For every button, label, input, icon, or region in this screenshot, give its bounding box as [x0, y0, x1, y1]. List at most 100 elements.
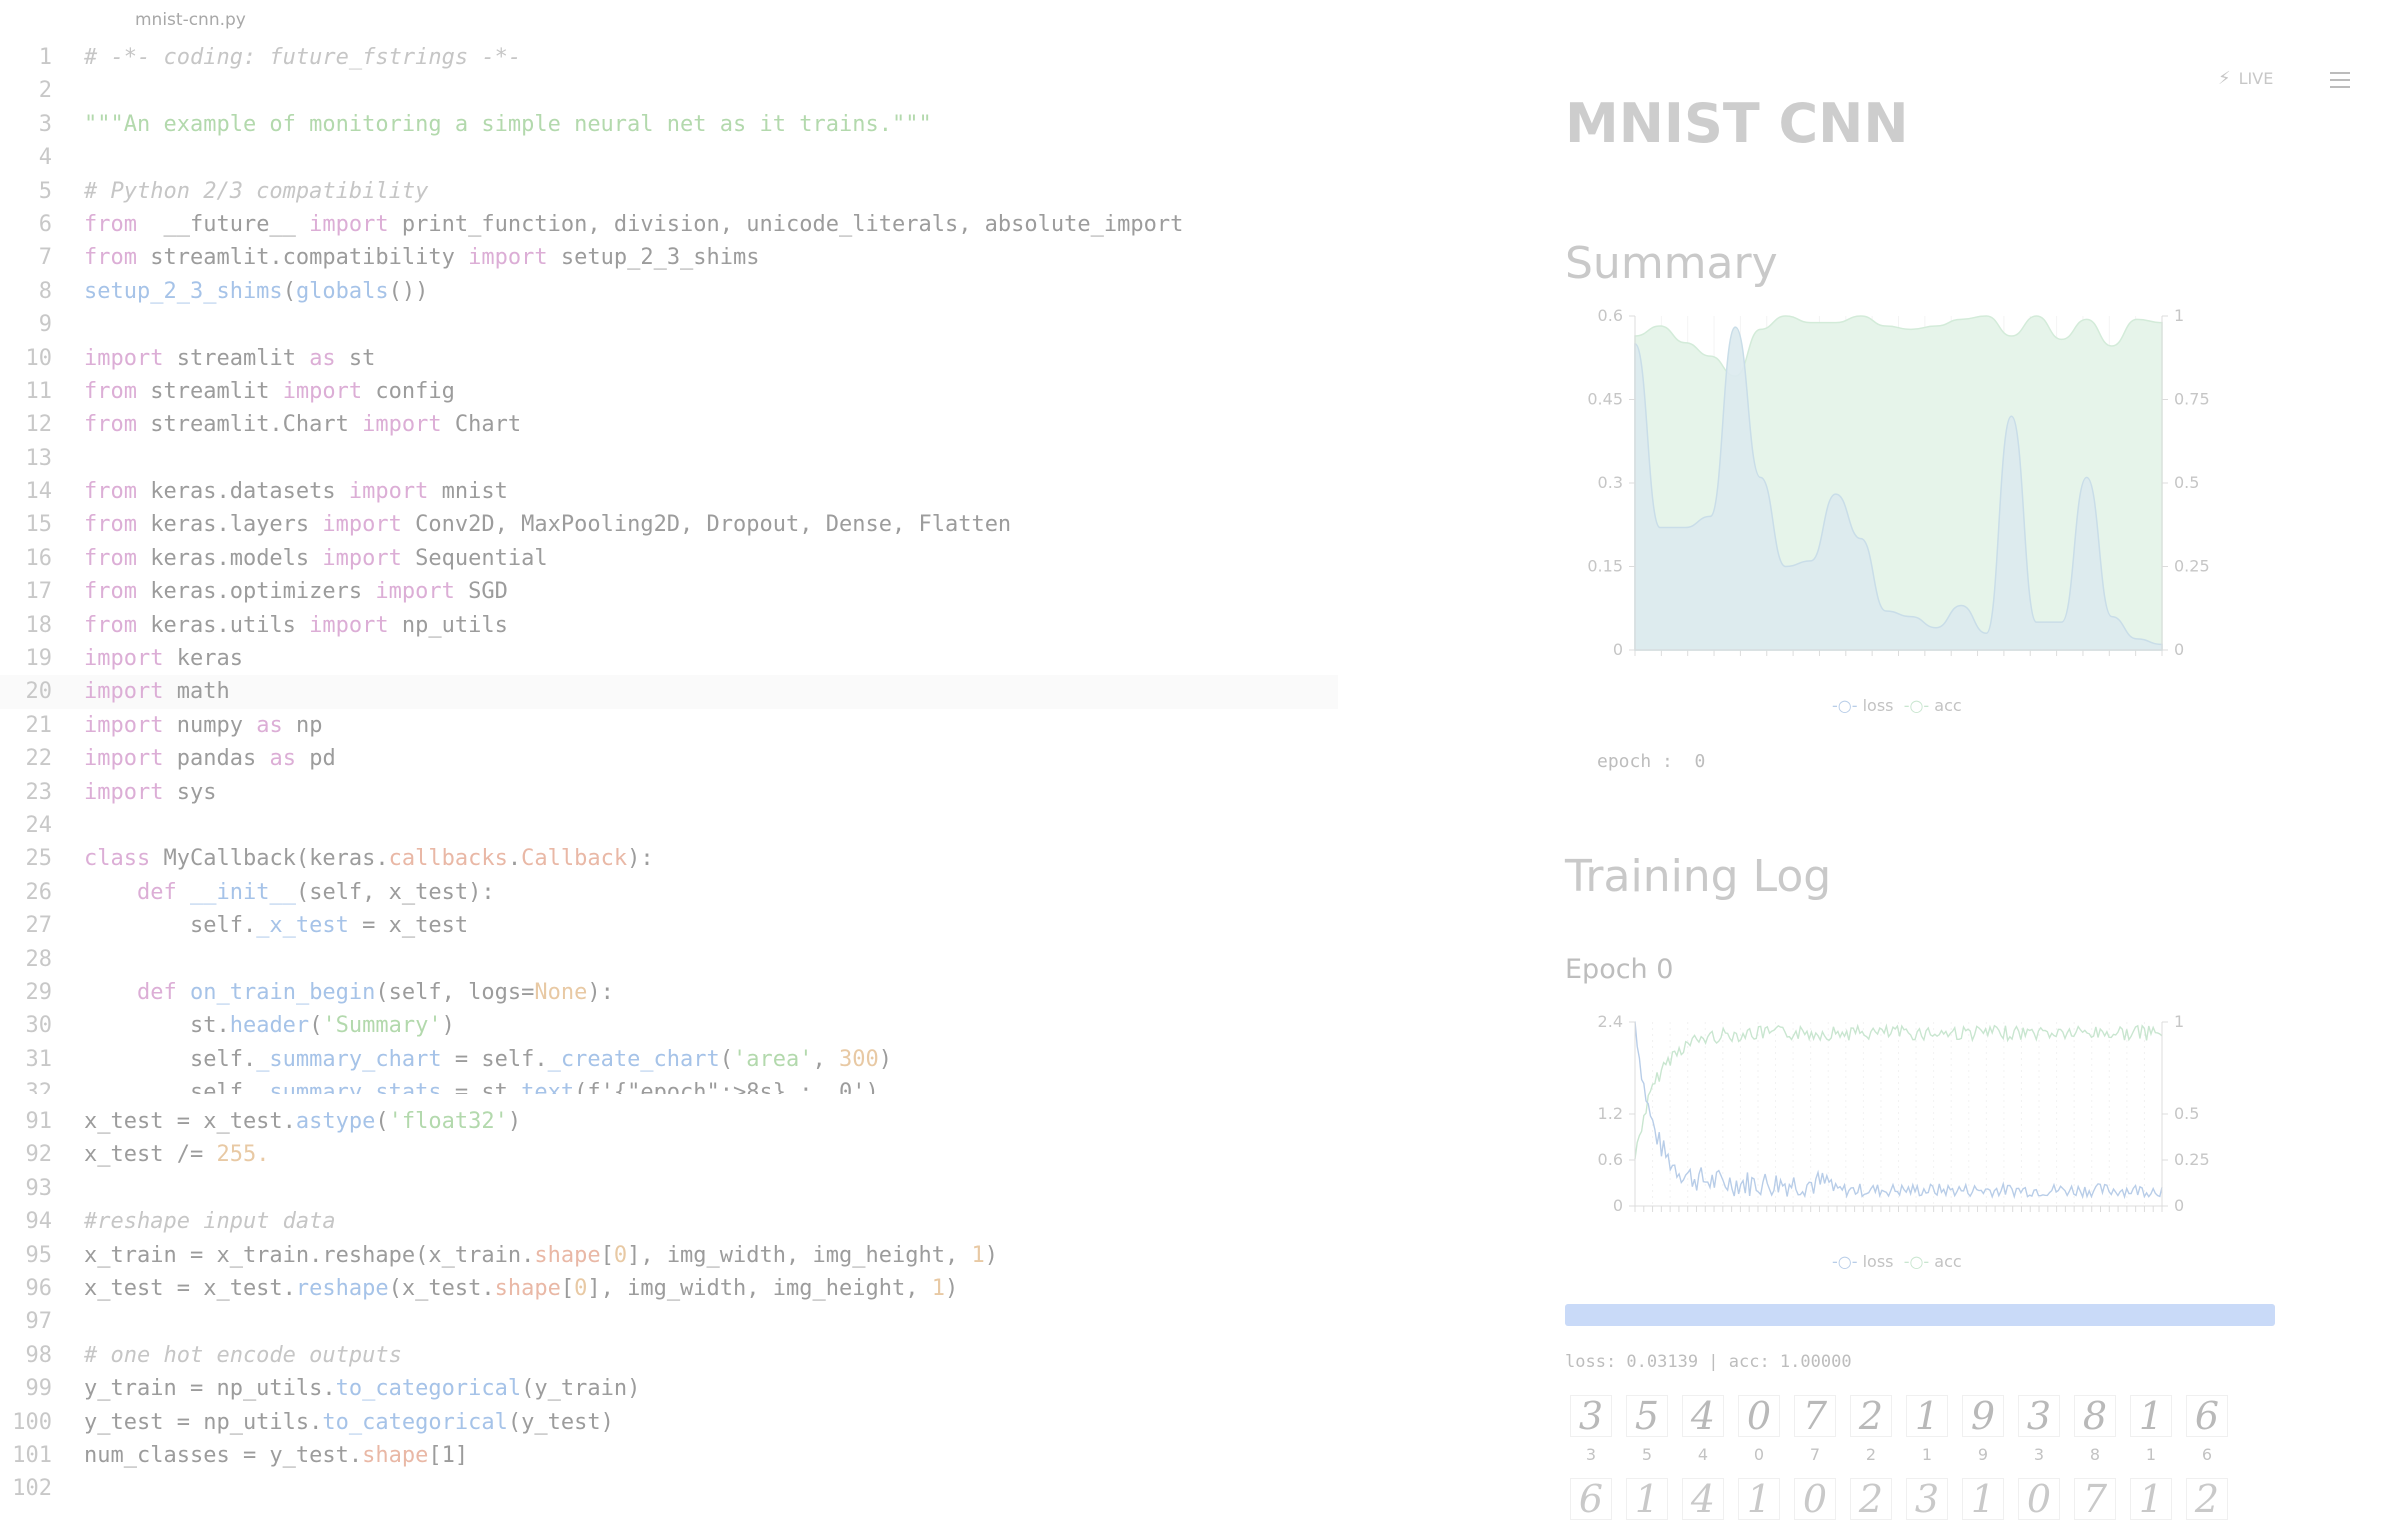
code-text: from streamlit.compatibility import setu… — [84, 245, 760, 271]
code-line[interactable]: 99 y_train = np_utils.to_categorical(y_tr… — [0, 1372, 1338, 1405]
line-number: 28 — [25, 946, 53, 972]
code-text: # -*- coding: future_fstrings -*- — [84, 45, 522, 70]
line-number: 11 — [25, 378, 53, 404]
code-line[interactable]: 9 — [0, 308, 1338, 341]
code-line[interactable]: 8 setup_2_3_shims(globals()) — [0, 275, 1338, 308]
epoch-header: Epoch 0 — [1565, 954, 1674, 985]
code-line[interactable]: 16 from keras.models import Sequential — [0, 542, 1338, 575]
code-line[interactable]: 102 — [0, 1472, 1338, 1499]
digit-label: 1 — [1921, 1445, 1933, 1464]
code-line[interactable]: 5 # Python 2/3 compatibility — [0, 175, 1338, 208]
digit-image: 3 — [1570, 1395, 1612, 1437]
code-line[interactable]: 2 — [0, 74, 1338, 107]
line-number: 15 — [25, 512, 53, 538]
file-tab[interactable]: mnist-cnn.py — [135, 10, 246, 30]
digit-sample: 0 — [1789, 1478, 1841, 1520]
code-line[interactable]: 4 — [0, 141, 1338, 174]
code-line[interactable]: 1 # -*- coding: future_fstrings -*- — [0, 41, 1338, 74]
right-tick-label: 0 — [2174, 640, 2184, 659]
digit-image: 3 — [2018, 1395, 2060, 1437]
digit-sample: 11 — [2125, 1395, 2177, 1464]
line-number: 19 — [25, 646, 53, 672]
code-line[interactable]: 23 import sys — [0, 776, 1338, 809]
code-line[interactable]: 21 import numpy as np — [0, 709, 1338, 742]
code-text: """An example of monitoring a simple neu… — [84, 111, 932, 137]
code-line[interactable]: 25 class MyCallback(keras.callbacks.Callb… — [0, 842, 1338, 875]
code-text: setup_2_3_shims(globals()) — [84, 278, 429, 304]
digit-sample: 6 — [1565, 1478, 1617, 1520]
code-line[interactable]: 19 import keras — [0, 642, 1338, 675]
digit-sample: 11 — [1901, 1395, 1953, 1464]
right-tick-label: 0 — [2174, 1196, 2184, 1215]
line-number: 13 — [25, 445, 53, 471]
code-line[interactable]: 101 num_classes = y_test.shape[1] — [0, 1439, 1338, 1472]
code-line[interactable]: 22 import pandas as pd — [0, 742, 1338, 775]
digit-sample: 3 — [1901, 1478, 1953, 1520]
code-line[interactable]: 26 def __init__(self, x_test): — [0, 876, 1338, 909]
training-acc-line — [1634, 1023, 2163, 1160]
line-number: 98 — [25, 1342, 53, 1368]
digit-image: 9 — [1962, 1395, 2004, 1437]
code-text: from __future__ import print_function, d… — [84, 211, 1184, 237]
code-line[interactable]: 31 self._summary_chart = self._create_ch… — [0, 1043, 1338, 1076]
code-editor[interactable]: mnist-cnn.py 1 # -*- coding: future_fstri… — [0, 0, 1339, 1499]
code-line[interactable]: 18 from keras.utils import np_utils — [0, 609, 1338, 642]
code-line[interactable]: 15 from keras.layers import Conv2D, MaxPo… — [0, 508, 1338, 541]
code-line[interactable]: 30 st.header('Summary') — [0, 1009, 1338, 1042]
code-line[interactable]: 28 — [0, 943, 1338, 976]
summary-chart: 0 0.15 0.3 0.45 0.6 0 0.25 0.5 0.75 1 — [1587, 306, 2209, 659]
line-number: 26 — [25, 879, 53, 905]
code-line[interactable]: 32 self._summary_stats = st.text(f'{"epo… — [0, 1076, 1338, 1094]
code-line[interactable]: 13 — [0, 442, 1338, 475]
code-line[interactable]: 29 def on_train_begin(self, logs=None): — [0, 976, 1338, 1009]
digit-image: 7 — [1794, 1395, 1836, 1437]
code-line[interactable]: 11 from streamlit import config — [0, 375, 1338, 408]
code-line[interactable]: 17 from keras.optimizers import SGD — [0, 575, 1338, 608]
code-line[interactable]: 14 from keras.datasets import mnist — [0, 475, 1338, 508]
code-text: st.header('Summary') — [84, 1013, 455, 1039]
code-line[interactable]: 98 # one hot encode outputs — [0, 1339, 1338, 1372]
code-line[interactable]: 7 from streamlit.compatibility import set… — [0, 241, 1338, 274]
code-text: x_test /= 255. — [84, 1142, 270, 1168]
code-line[interactable]: 100 y_test = np_utils.to_categorical(y_te… — [0, 1406, 1338, 1439]
code-line[interactable]: 96 x_test = x_test.reshape(x_test.shape[0… — [0, 1272, 1338, 1305]
digit-image: 0 — [1738, 1395, 1780, 1437]
line-number: 101 — [12, 1442, 52, 1468]
code-text: x_train = x_train.reshape(x_train.shape[… — [84, 1242, 998, 1268]
code-line[interactable]: 12 from streamlit.Chart import Chart — [0, 408, 1338, 441]
code-line[interactable]: 27 self._x_test = x_test — [0, 909, 1338, 942]
digit-sample: 00 — [1733, 1395, 1785, 1464]
code-line[interactable]: 92 x_test /= 255. — [0, 1138, 1338, 1171]
code-text: self._summary_chart = self._create_chart… — [84, 1046, 893, 1072]
code-text: # Python 2/3 compatibility — [84, 178, 429, 204]
code-line[interactable]: 93 — [0, 1172, 1338, 1205]
epoch-stat: epoch : 0 — [1597, 751, 1706, 772]
line-number: 96 — [25, 1275, 53, 1301]
code-line[interactable]: 20 import math — [0, 675, 1338, 709]
summary-legend-acc: acc — [1934, 696, 1962, 715]
hamburger-menu-icon[interactable] — [2330, 72, 2350, 90]
training-chart: 0 0.6 1.2 2.4 0 0.25 0.5 1 — [1598, 1012, 2210, 1215]
code-line[interactable]: 3 """An example of monitoring a simple ne… — [0, 108, 1338, 141]
code-line[interactable]: 91 x_test = x_test.astype('float32') — [0, 1105, 1338, 1138]
code-line[interactable]: 97 — [0, 1305, 1338, 1338]
right-tick-label: 1 — [2174, 306, 2184, 325]
line-number: 5 — [38, 178, 52, 204]
digit-image: 5 — [1626, 1395, 1668, 1437]
digit-label: 8 — [2089, 1445, 2101, 1464]
digit-sample: 2 — [1845, 1478, 1897, 1520]
digit-label: 0 — [1753, 1445, 1765, 1464]
digit-sample: 2 — [2181, 1478, 2233, 1520]
line-number: 95 — [25, 1242, 53, 1268]
code-line[interactable]: 24 — [0, 809, 1338, 842]
line-number: 16 — [25, 545, 53, 571]
code-text: import streamlit as st — [84, 345, 376, 371]
code-line[interactable]: 94 #reshape input data — [0, 1205, 1338, 1238]
code-line[interactable]: 95 x_train = x_train.reshape(x_train.shap… — [0, 1239, 1338, 1272]
code-line[interactable]: 6 from __future__ import print_function, … — [0, 208, 1338, 241]
digit-sample: 88 — [2069, 1395, 2121, 1464]
digit-label: 3 — [2033, 1445, 2045, 1464]
code-line[interactable]: 10 import streamlit as st — [0, 342, 1338, 375]
line-number: 100 — [12, 1409, 52, 1435]
digit-sample: 33 — [1565, 1395, 1617, 1464]
